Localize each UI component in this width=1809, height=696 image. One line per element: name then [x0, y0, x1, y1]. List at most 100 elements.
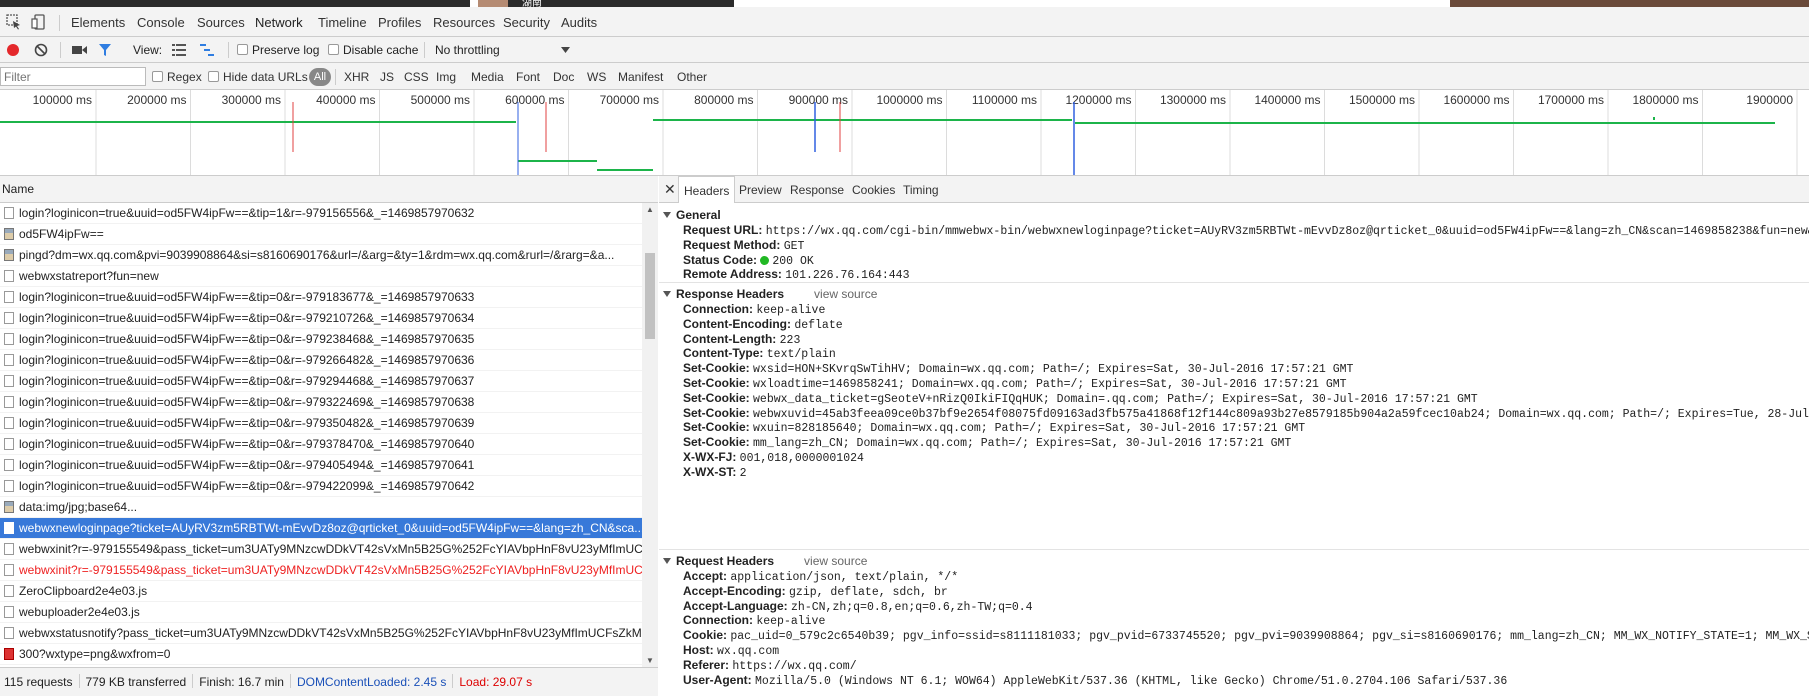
network-toolbar: View: Preserve log Disable cache No thro…: [0, 37, 1809, 63]
request-row[interactable]: pingd?dm=wx.qq.com&pvi=9039908864&si=s81…: [0, 245, 642, 266]
document-icon: [4, 438, 14, 450]
request-row[interactable]: 300?wxtype=png&wxfrom=0: [0, 644, 642, 665]
image-file-icon: [4, 249, 14, 261]
request-row[interactable]: login?loginicon=true&uuid=od5FW4ipFw==&t…: [0, 476, 642, 497]
filter-type-all[interactable]: All: [309, 68, 331, 86]
overview-tick-label: 1100000 ms: [972, 93, 1037, 107]
filter-type-manifest[interactable]: Manifest: [618, 70, 663, 84]
tab-network[interactable]: Network: [255, 15, 303, 30]
tab-response[interactable]: Response: [790, 183, 844, 197]
tab-timing[interactable]: Timing: [903, 183, 939, 197]
header-key: Host:: [683, 643, 714, 657]
tab-audits[interactable]: Audits: [561, 15, 597, 30]
tab-profiles[interactable]: Profiles: [378, 15, 421, 30]
request-name: 300?wxtype=png&wxfrom=0: [19, 647, 171, 661]
checkbox-box[interactable]: [237, 44, 248, 55]
device-mode-icon[interactable]: [31, 14, 47, 30]
request-row[interactable]: login?loginicon=true&uuid=od5FW4ipFw==&t…: [0, 413, 642, 434]
request-list[interactable]: login?loginicon=true&uuid=od5FW4ipFw==&t…: [0, 203, 642, 667]
throttling-select[interactable]: No throttling: [435, 43, 500, 57]
request-row[interactable]: webwxinit?r=-979155549&pass_ticket=um3UA…: [0, 539, 642, 560]
timeline-overview[interactable]: 100000 ms 200000 ms 300000 ms 400000 ms 5000…: [0, 90, 1809, 176]
request-row[interactable]: login?loginicon=true&uuid=od5FW4ipFw==&t…: [0, 308, 642, 329]
request-row[interactable]: od5FW4ipFw==: [0, 224, 642, 245]
chevron-down-icon[interactable]: [561, 47, 570, 53]
tab-elements[interactable]: Elements: [71, 15, 125, 30]
header-line: Connection: keep-alive: [683, 613, 825, 628]
inspect-element-icon[interactable]: [6, 14, 22, 30]
tab-sources[interactable]: Sources: [197, 15, 245, 30]
general-section-toggle[interactable]: General: [663, 208, 721, 222]
request-row[interactable]: login?loginicon=true&uuid=od5FW4ipFw==&t…: [0, 329, 642, 350]
request-headers-section-toggle[interactable]: Request Headers view source: [663, 554, 867, 568]
tab-resources[interactable]: Resources: [433, 15, 495, 30]
filter-type-js[interactable]: JS: [380, 70, 394, 84]
request-row[interactable]: ZeroClipboard2e4e03.js: [0, 581, 642, 602]
overview-tick-label: 1900000: [1746, 93, 1793, 107]
tab-preview[interactable]: Preview: [739, 183, 782, 197]
regex-checkbox[interactable]: Regex: [152, 70, 202, 84]
filter-type-doc[interactable]: Doc: [553, 70, 574, 84]
tab-headers[interactable]: Headers: [678, 176, 736, 203]
request-row[interactable]: login?loginicon=true&uuid=od5FW4ipFw==&t…: [0, 350, 642, 371]
disable-cache-checkbox[interactable]: Disable cache: [328, 43, 418, 57]
timeline-mark: [1653, 117, 1655, 120]
response-view-source-link[interactable]: view source: [814, 287, 877, 301]
response-headers-section-toggle[interactable]: Response Headers view source: [663, 287, 877, 301]
section-title: Response Headers: [676, 287, 785, 301]
record-icon[interactable]: [6, 43, 20, 57]
video-capture-icon[interactable]: [72, 44, 88, 56]
checkbox-box[interactable]: [328, 44, 339, 55]
header-line: Host: wx.qq.com: [683, 643, 779, 658]
filter-type-css[interactable]: CSS: [404, 70, 429, 84]
request-row[interactable]: login?loginicon=true&uuid=od5FW4ipFw==&t…: [0, 203, 642, 224]
name-column-header[interactable]: Name: [0, 176, 658, 203]
checkbox-box[interactable]: [208, 71, 219, 82]
header-value: GET: [783, 239, 805, 253]
filter-icon[interactable]: [98, 43, 112, 57]
document-icon: [4, 606, 14, 618]
request-row[interactable]: webwxinit?r=-979155549&pass_ticket=um3UA…: [0, 560, 642, 581]
request-row[interactable]: webwxstatreport?fun=new: [0, 266, 642, 287]
request-row[interactable]: login?loginicon=true&uuid=od5FW4ipFw==&t…: [0, 287, 642, 308]
request-list-pane: Name login?loginicon=true&uuid=od5FW4ipF…: [0, 176, 658, 667]
filter-type-font[interactable]: Font: [516, 70, 540, 84]
filter-type-xhr[interactable]: XHR: [344, 70, 369, 84]
request-row[interactable]: webwxnewloginpage?ticket=AUyRV3zm5RBTWt-…: [0, 518, 642, 539]
request-row[interactable]: webwxstatusnotify?pass_ticket=um3UATy9MN…: [0, 623, 642, 644]
browser-strip-dark: [0, 0, 470, 7]
request-row[interactable]: webuploader2e4e03.js: [0, 602, 642, 623]
hide-data-urls-checkbox[interactable]: Hide data URLs: [208, 70, 308, 84]
request-row[interactable]: data:img/jpg;base64...: [0, 497, 642, 518]
filter-type-other[interactable]: Other: [677, 70, 707, 84]
tab-timeline[interactable]: Timeline: [318, 15, 367, 30]
document-icon: [4, 627, 14, 639]
request-row[interactable]: login?loginicon=true&uuid=od5FW4ipFw==&t…: [0, 455, 642, 476]
request-row[interactable]: login?loginicon=true&uuid=od5FW4ipFw==&t…: [0, 434, 642, 455]
request-list-scrollbar[interactable]: ▲ ▼: [642, 203, 658, 667]
header-value: 223: [779, 333, 801, 347]
scrollbar-thumb[interactable]: [645, 253, 655, 339]
filter-type-media[interactable]: Media: [471, 70, 504, 84]
close-icon[interactable]: ✕: [664, 181, 676, 198]
checkbox-box[interactable]: [152, 71, 163, 82]
request-row[interactable]: login?loginicon=true&uuid=od5FW4ipFw==&t…: [0, 371, 642, 392]
header-value: text/plain: [766, 348, 836, 362]
clear-icon[interactable]: [34, 43, 48, 57]
scroll-down-icon[interactable]: ▼: [646, 656, 654, 665]
request-row[interactable]: login?loginicon=true&uuid=od5FW4ipFw==&t…: [0, 392, 642, 413]
overview-waterfall-icon[interactable]: [200, 44, 214, 56]
browser-strip-dark: [1450, 0, 1809, 7]
scroll-up-icon[interactable]: ▲: [646, 205, 654, 214]
preserve-log-checkbox[interactable]: Preserve log: [237, 43, 319, 57]
header-key: Accept:: [683, 569, 728, 583]
tab-console[interactable]: Console: [137, 15, 185, 30]
filter-input[interactable]: [0, 67, 146, 86]
request-view-source-link[interactable]: view source: [804, 554, 867, 568]
filter-type-ws[interactable]: WS: [587, 70, 606, 84]
tab-cookies[interactable]: Cookies: [852, 183, 895, 197]
triangle-down-icon: [663, 212, 671, 218]
large-rows-icon[interactable]: [172, 44, 186, 56]
filter-type-img[interactable]: Img: [436, 70, 456, 84]
tab-security[interactable]: Security: [503, 15, 550, 30]
